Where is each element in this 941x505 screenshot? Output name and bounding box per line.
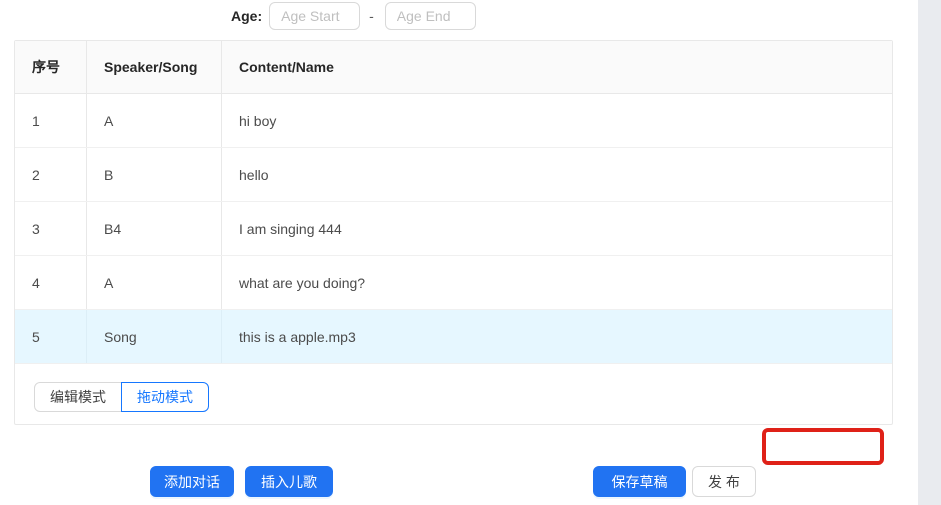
edit-mode-button[interactable]: 编辑模式 [34, 382, 122, 412]
add-dialogue-button[interactable]: 添加对话 [150, 466, 234, 497]
column-header-index: 序号 [15, 41, 87, 93]
highlight-rectangle [762, 428, 884, 465]
table-row[interactable]: 1 A hi boy [15, 94, 892, 148]
age-start-input[interactable] [269, 1, 361, 30]
age-end-input[interactable] [384, 1, 476, 30]
cell-content: hello [239, 166, 269, 183]
table-footer: 编辑模式 拖动模式 [15, 364, 892, 412]
age-filter: Age: - [231, 1, 476, 30]
cell-index: 1 [15, 94, 87, 147]
column-header-content: Content/Name [239, 59, 334, 75]
table-header-row: 序号 Speaker/Song Content/Name [15, 41, 892, 94]
scrollbar-track[interactable] [918, 0, 941, 505]
cell-index: 4 [15, 256, 87, 309]
insert-song-button[interactable]: 插入儿歌 [245, 466, 333, 497]
cell-index: 2 [15, 148, 87, 201]
cell-speaker: Song [87, 310, 222, 363]
dialogue-table: 序号 Speaker/Song Content/Name 1 A hi boy … [14, 40, 893, 425]
mode-toggle-group: 编辑模式 拖动模式 [34, 382, 209, 412]
cell-speaker: B4 [87, 202, 222, 255]
cell-index: 5 [15, 310, 87, 363]
table-row[interactable]: 3 B4 I am singing 444 [15, 202, 892, 256]
cell-content: what are you doing? [239, 274, 366, 291]
age-label: Age: [231, 7, 263, 24]
cell-content: I am singing 444 [239, 220, 342, 237]
age-range-separator: - [369, 7, 374, 24]
cell-speaker: A [87, 256, 222, 309]
cell-index: 3 [15, 202, 87, 255]
cell-speaker: B [87, 148, 222, 201]
cell-speaker: A [87, 94, 222, 147]
column-header-speaker: Speaker/Song [87, 41, 222, 93]
table-row[interactable]: 4 A what are you doing? [15, 256, 892, 310]
publish-button[interactable]: 发 布 [692, 466, 756, 497]
page: Age: - 序号 Speaker/Song Content/Name 1 A … [0, 0, 941, 505]
table-row[interactable]: 2 B hello [15, 148, 892, 202]
cell-content: hi boy [239, 112, 277, 129]
cell-content: this is a apple.mp3 [239, 328, 356, 345]
table-row-selected[interactable]: 5 Song this is a apple.mp3 [15, 310, 892, 364]
save-draft-button[interactable]: 保存草稿 [593, 466, 686, 497]
drag-mode-button[interactable]: 拖动模式 [121, 382, 209, 412]
